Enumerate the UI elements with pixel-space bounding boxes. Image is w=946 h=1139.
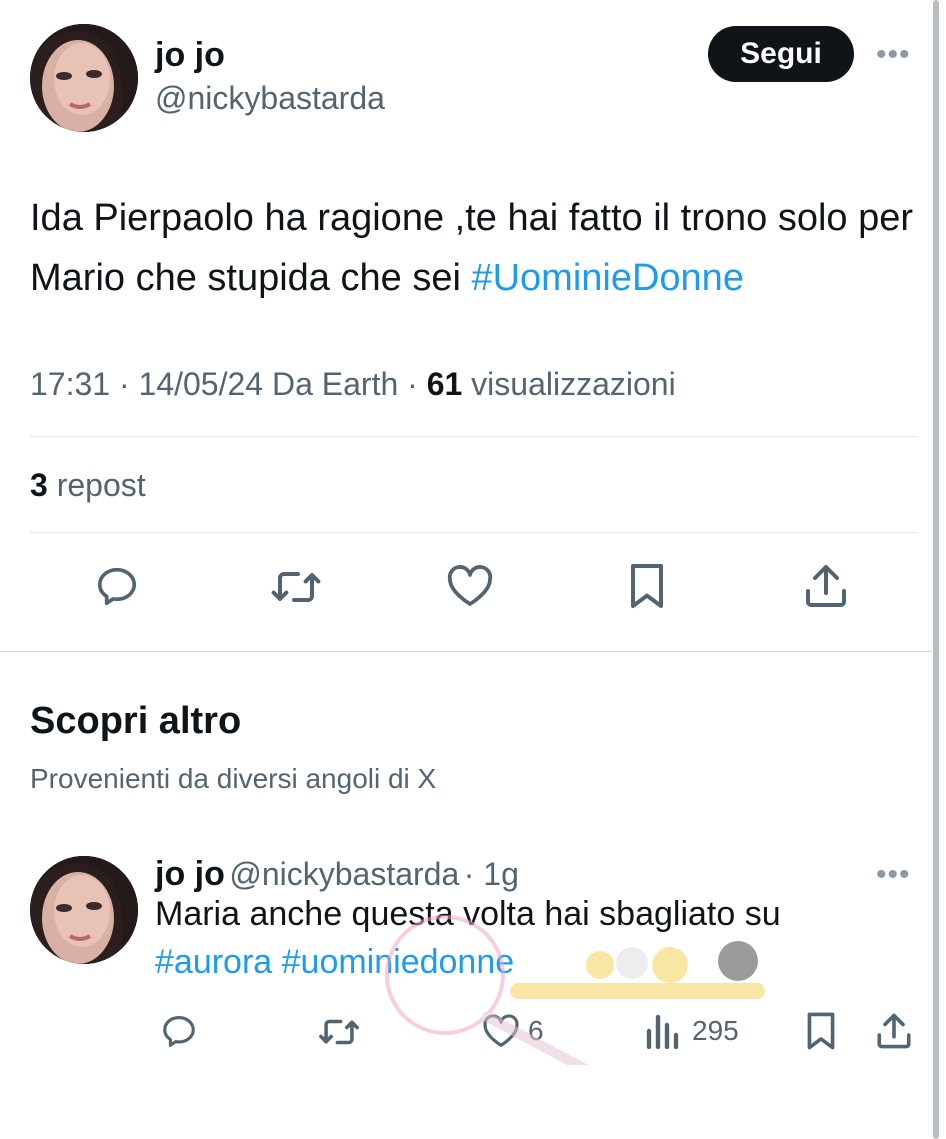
author-avatar[interactable] (30, 24, 138, 132)
watermark-logo (370, 915, 770, 1079)
reply-author-avatar[interactable] (30, 856, 138, 964)
repost-label: repost (56, 467, 146, 503)
tweet-time[interactable]: 17:31 (30, 366, 110, 402)
share-icon[interactable] (804, 563, 848, 609)
divider (30, 532, 918, 533)
author-name[interactable]: jo jo (155, 36, 225, 75)
follow-button[interactable]: Segui (708, 26, 854, 82)
section-divider (0, 651, 932, 652)
tweet-source: Da Earth (271, 366, 399, 402)
meta-separator: · (407, 366, 418, 402)
tweet-date[interactable]: 14/05/24 (139, 366, 264, 402)
reply-reply-icon[interactable] (160, 1012, 198, 1050)
views-count: 61 (426, 366, 463, 402)
meta-separator: · (118, 366, 130, 402)
divider (30, 436, 918, 437)
scrollbar[interactable] (933, 0, 939, 1139)
discover-title: Scopri altro (30, 700, 242, 742)
reply-share-icon[interactable] (876, 1012, 912, 1050)
bookmark-icon[interactable] (629, 563, 665, 609)
author-handle[interactable]: @nickybastarda (155, 80, 385, 117)
repost-count: 3 (30, 467, 48, 503)
reply-icon[interactable] (93, 563, 141, 609)
reply-time-ago[interactable]: · 1g (464, 856, 519, 892)
repost-stat[interactable]: 3 repost (30, 467, 146, 504)
tweet-meta: 17:31 · 14/05/24 Da Earth · 61 visualizz… (30, 366, 676, 403)
more-icon[interactable]: ••• (876, 38, 911, 72)
repost-icon[interactable] (270, 565, 322, 609)
hashtag-link[interactable]: #UominieDonne (471, 257, 744, 299)
views-label: visualizzazioni (471, 366, 676, 402)
reply-author-name[interactable]: jo jo (155, 855, 225, 893)
tweet-text: Ida Pierpaolo ha ragione ,te hai fatto i… (30, 188, 920, 308)
reply-author-handle[interactable]: @nickybastarda (229, 856, 459, 892)
like-icon[interactable] (446, 565, 494, 607)
reply-header: jo jo @nickybastarda · 1g (155, 855, 519, 894)
discover-subtitle: Provenienti da diversi angoli di X (30, 763, 437, 794)
reply-repost-icon[interactable] (318, 1014, 360, 1050)
reply-more-icon[interactable]: ••• (876, 858, 911, 892)
reply-bookmark-icon[interactable] (806, 1012, 836, 1050)
